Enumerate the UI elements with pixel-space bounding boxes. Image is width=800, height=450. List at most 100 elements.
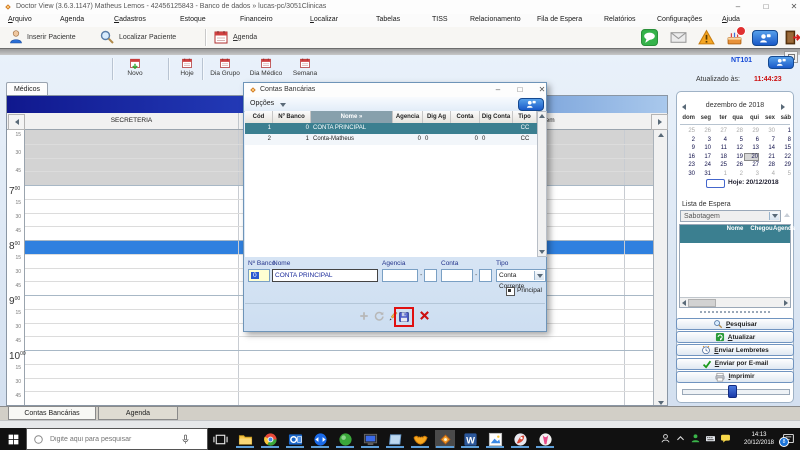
taskbar-search[interactable] xyxy=(26,428,208,450)
menu-financeiro[interactable]: Financeiro xyxy=(240,16,273,23)
conta-field[interactable] xyxy=(441,269,473,282)
refresh-record-icon[interactable] xyxy=(373,310,385,322)
waiting-list-table[interactable]: NomeChegouAgenda xyxy=(679,224,791,308)
calendar-day-15[interactable]: 15 xyxy=(776,144,791,152)
menu-relat-rios[interactable]: Relatórios xyxy=(604,16,636,23)
dialog-table-row[interactable]: 10CONTA PRINCIPALCC xyxy=(245,123,537,134)
calendar-day-31[interactable]: 31 xyxy=(696,170,711,178)
collapse-panel-icon[interactable] xyxy=(784,213,790,217)
button-atualizar[interactable]: Atualizar xyxy=(676,331,794,343)
warning-button[interactable] xyxy=(694,27,718,48)
menu-cadastros[interactable]: Cadastros xyxy=(114,16,146,23)
calendar-day-13[interactable]: 13 xyxy=(744,144,759,152)
calendar-day-7[interactable]: 7 xyxy=(760,136,775,144)
insert-record-icon[interactable] xyxy=(358,310,370,322)
calendar-day-4[interactable]: 4 xyxy=(760,170,775,178)
calendar-day-2[interactable]: 2 xyxy=(680,136,695,144)
dialog-col-0[interactable]: Cód xyxy=(245,111,273,123)
calendar-day-24[interactable]: 24 xyxy=(696,161,711,169)
calendar-day-28[interactable]: 28 xyxy=(728,127,743,135)
locate-patient-button[interactable]: Localizar Paciente xyxy=(119,34,176,41)
button-imprimir[interactable]: Imprimir xyxy=(676,371,794,383)
agencia-field[interactable] xyxy=(382,269,418,282)
menu-localizar[interactable]: Localizar xyxy=(310,16,338,23)
agenda-btn-semana[interactable]: Semana xyxy=(288,57,322,82)
calendar-day-22[interactable]: 22 xyxy=(776,153,791,161)
dialog-col-7[interactable]: Tipo xyxy=(513,111,537,123)
calendar-day-30[interactable]: 30 xyxy=(680,170,695,178)
microphone-icon[interactable] xyxy=(180,434,191,445)
taskbar-app-explorer[interactable] xyxy=(235,430,255,448)
taskbar-app-glass[interactable] xyxy=(385,430,405,448)
tray-person-green-icon[interactable] xyxy=(690,433,701,444)
calendar-day-17[interactable]: 17 xyxy=(696,153,711,161)
notification-center-icon[interactable]: 8 xyxy=(782,432,795,445)
calendar-day-1[interactable]: 1 xyxy=(712,170,727,178)
dialog-minimize-button[interactable]: – xyxy=(490,84,506,95)
hscroll-left-icon[interactable] xyxy=(682,300,686,306)
contacts-badge-button[interactable] xyxy=(768,56,794,69)
agenda-btn-dia-m-dico[interactable]: Dia Médico xyxy=(246,57,286,82)
menu-estoque[interactable]: Estoque xyxy=(180,16,206,23)
taskbar-app-rocket[interactable] xyxy=(510,430,530,448)
calendar-day-21[interactable]: 21 xyxy=(760,153,775,161)
taskbar-app-ribbon[interactable] xyxy=(535,430,555,448)
calendar-day-18[interactable]: 18 xyxy=(712,153,727,161)
splitter-handle[interactable] xyxy=(700,311,770,316)
today-box-icon[interactable] xyxy=(706,179,725,188)
menu-tabelas[interactable]: Tabelas xyxy=(376,16,400,23)
calendar-day-5[interactable]: 5 xyxy=(728,136,743,144)
calendar-day-30[interactable]: 30 xyxy=(760,127,775,135)
calendar-day-26[interactable]: 26 xyxy=(728,161,743,169)
taskbar-clock[interactable]: 14:13 20/12/2018 xyxy=(738,431,780,447)
dialog-col-1[interactable]: Nº Banco xyxy=(273,111,311,123)
hscroll-right-icon[interactable] xyxy=(784,300,788,306)
chat-button[interactable] xyxy=(637,27,661,48)
scroll-up-icon[interactable] xyxy=(658,133,664,137)
insert-patient-button[interactable]: Inserir Paciente xyxy=(27,34,76,41)
taskbar-app-word[interactable]: W xyxy=(460,430,480,448)
dialog-maximize-button[interactable]: □ xyxy=(512,84,528,95)
calendar-day-12[interactable]: 12 xyxy=(728,144,743,152)
agenda-btn-dia-grupo[interactable]: Dia Grupo xyxy=(206,57,244,82)
menu-agenda[interactable]: Agenda xyxy=(60,16,84,23)
search-input[interactable] xyxy=(48,435,172,444)
taskbar-app-chrome[interactable] xyxy=(260,430,280,448)
waiting-list-select[interactable]: Sabotagem xyxy=(680,210,781,222)
bottom-tab-agenda[interactable]: Agenda xyxy=(98,407,178,420)
button-enviar-por-e-mail[interactable]: Enviar por E-mail xyxy=(676,358,794,370)
banco-field[interactable]: 0 xyxy=(248,269,270,282)
calendar-day-29[interactable]: 29 xyxy=(776,161,791,169)
tray-keyboard-icon[interactable] xyxy=(705,433,716,444)
calendar-day-16[interactable]: 16 xyxy=(680,153,695,161)
calendar-day-5[interactable]: 5 xyxy=(776,170,791,178)
calendar-day-27[interactable]: 27 xyxy=(712,127,727,135)
taskbar-app-sphere[interactable] xyxy=(335,430,355,448)
calendar-day-28[interactable]: 28 xyxy=(760,161,775,169)
calendar-day-25[interactable]: 25 xyxy=(712,161,727,169)
contacts-button[interactable] xyxy=(752,30,778,46)
scroll-down-icon[interactable] xyxy=(658,401,664,405)
calendar-day-3[interactable]: 3 xyxy=(744,170,759,178)
calendar-day-8[interactable]: 8 xyxy=(776,136,791,144)
zoom-slider-thumb[interactable] xyxy=(728,385,737,398)
dialog-contacts-button[interactable] xyxy=(518,98,544,111)
hscroll-thumb[interactable] xyxy=(688,299,716,307)
waiting-list-hscroll[interactable] xyxy=(680,297,790,307)
agencia-digito-field[interactable] xyxy=(424,269,437,282)
cancel-button[interactable] xyxy=(418,309,431,322)
agenda-btn-novo[interactable]: Novo xyxy=(118,57,152,82)
nome-field[interactable]: CONTA PRINCIPAL xyxy=(272,269,378,282)
calendar-day-23[interactable]: 23 xyxy=(680,161,695,169)
principal-checkbox[interactable] xyxy=(506,287,515,296)
calendar-day-27[interactable]: 27 xyxy=(744,161,759,169)
column-header-secreteria[interactable]: SECRETERIA xyxy=(25,117,238,124)
dialog-col-5[interactable]: Conta xyxy=(451,111,480,123)
taskbar-app-photos[interactable] xyxy=(485,430,505,448)
scroll-right-button[interactable] xyxy=(651,114,668,130)
dialog-vscrollbar[interactable] xyxy=(537,111,547,257)
chevron-down-icon[interactable] xyxy=(769,212,779,220)
calendar-day-29[interactable]: 29 xyxy=(744,127,759,135)
conta-digito-field[interactable] xyxy=(479,269,492,282)
calendar-day-19[interactable]: 19 xyxy=(728,153,743,161)
